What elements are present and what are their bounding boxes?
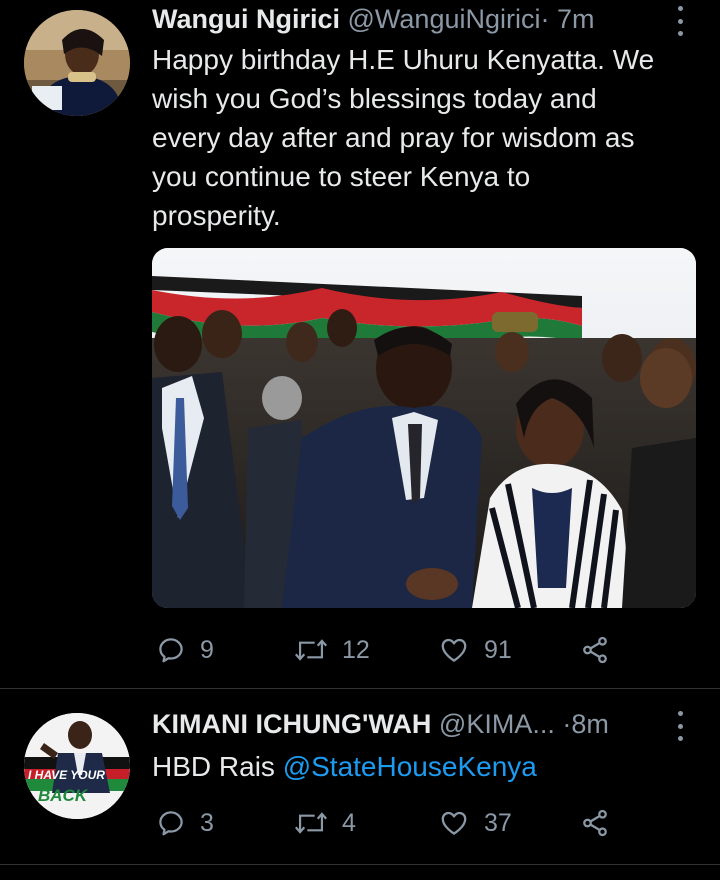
mention-link[interactable]: @StateHouseKenya: [283, 751, 537, 782]
more-icon[interactable]: [675, 6, 685, 36]
tweet-actions: 9 12 91: [152, 630, 672, 670]
retweet-button[interactable]: 4: [294, 803, 356, 843]
avatar-photo: I HAVE YOUR BACK: [24, 713, 130, 819]
display-name[interactable]: KIMANI ICHUNG'WAH: [152, 709, 431, 739]
avatar-text: I HAVE YOUR: [28, 768, 105, 782]
reply-button[interactable]: 3: [156, 803, 214, 843]
tweet-text-line: every day after and pray for wisdom as: [152, 122, 635, 153]
avatar-text: BACK: [38, 786, 89, 805]
tweet-header: Wangui Ngirici @WanguiNgirici· 7m: [152, 4, 657, 35]
like-count: 91: [484, 635, 512, 664]
like-button[interactable]: 37: [438, 803, 512, 843]
tweet-actions: 3 4 37: [152, 803, 672, 843]
tweet-text: HBD Rais @StateHouseKenya: [152, 747, 712, 786]
reply-icon: [159, 638, 183, 663]
separator-dot: ·: [540, 4, 550, 34]
avatar[interactable]: I HAVE YOUR BACK: [24, 713, 130, 819]
share-icon: [583, 636, 607, 664]
avatar-photo: [24, 10, 130, 116]
retweet-count: 4: [342, 808, 356, 837]
timestamp[interactable]: 8m: [571, 709, 609, 739]
share-button[interactable]: [580, 630, 610, 670]
reply-icon: [159, 811, 183, 836]
tweet-header: KIMANI ICHUNG'WAH @KIMA... ·8m: [152, 709, 657, 740]
tweet[interactable]: Wangui Ngirici @WanguiNgirici· 7m Happy …: [0, 0, 720, 688]
timestamp[interactable]: 7m: [557, 4, 595, 34]
like-count: 37: [484, 808, 512, 837]
reply-count: 3: [200, 808, 214, 837]
tweet-text-line: you continue to steer Kenya to: [152, 161, 531, 192]
retweet-icon: [294, 812, 328, 834]
more-icon[interactable]: [675, 711, 685, 741]
divider: [0, 864, 720, 865]
retweet-icon: [294, 639, 328, 661]
share-button[interactable]: [580, 803, 610, 843]
tweet-text-body: HBD Rais: [152, 751, 283, 782]
display-name[interactable]: Wangui Ngirici: [152, 4, 340, 34]
avatar[interactable]: [24, 10, 130, 116]
tweet-text-line: Happy birthday H.E Uhuru Kenyatta. We: [152, 44, 655, 75]
like-button[interactable]: 91: [438, 630, 512, 670]
tweet[interactable]: I HAVE YOUR BACK KIMANI ICHUNG'WAH @KIMA…: [0, 689, 720, 864]
heart-icon: [441, 811, 467, 835]
retweet-button[interactable]: 12: [294, 630, 370, 670]
tweet-text-line: prosperity.: [152, 200, 281, 231]
retweet-count: 12: [342, 635, 370, 664]
heart-icon: [441, 638, 467, 662]
handle[interactable]: @WanguiNgirici: [348, 4, 541, 34]
handle[interactable]: @KIMA...: [439, 709, 555, 739]
reply-count: 9: [200, 635, 214, 664]
share-icon: [583, 809, 607, 837]
reply-button[interactable]: 9: [156, 630, 214, 670]
photo-image: [152, 248, 696, 608]
tweet-text: Happy birthday H.E Uhuru Kenyatta. We wi…: [152, 40, 712, 235]
tweet-photo[interactable]: [152, 248, 696, 608]
tweet-text-line: wish you God’s blessings today and: [152, 83, 597, 114]
